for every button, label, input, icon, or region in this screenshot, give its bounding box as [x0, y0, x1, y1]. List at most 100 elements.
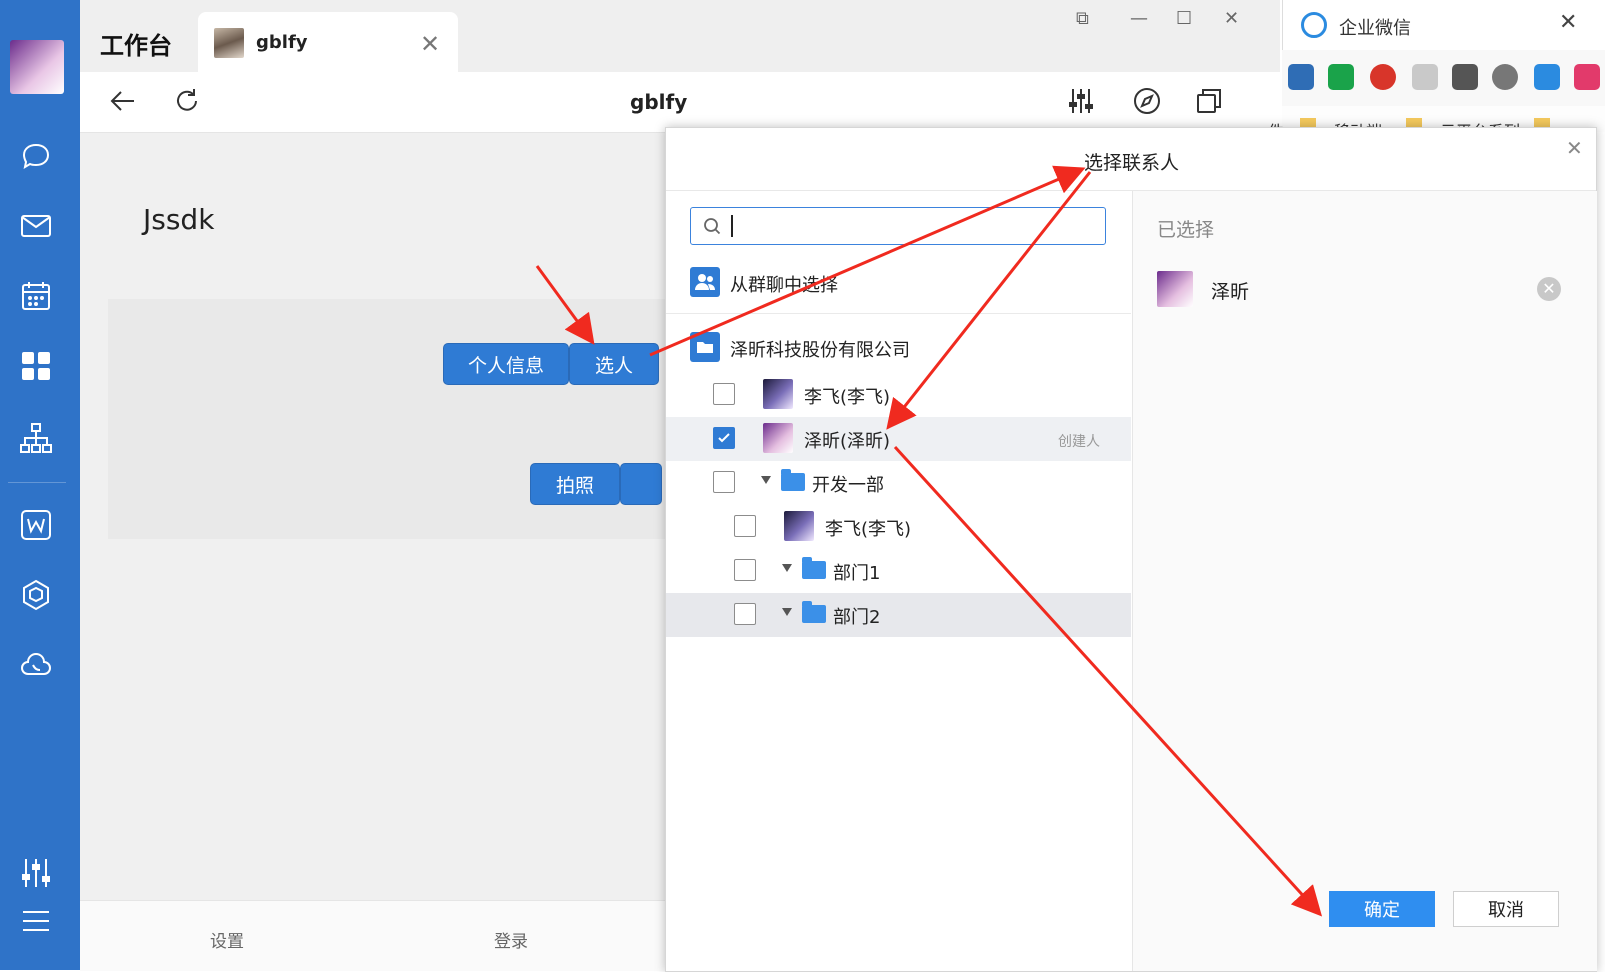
- cube-icon[interactable]: [18, 577, 54, 613]
- calendar-icon[interactable]: [18, 278, 54, 314]
- close-icon[interactable]: ✕: [1566, 136, 1583, 160]
- department-name: 部门1: [833, 563, 881, 584]
- tv-extension-icon[interactable]: [1574, 64, 1600, 90]
- checkbox[interactable]: [713, 383, 735, 405]
- workbench-icon[interactable]: [18, 348, 54, 384]
- tree-row-user[interactable]: 李飞(李飞): [666, 505, 1131, 549]
- avatar: [763, 423, 793, 453]
- minimize-icon[interactable]: —: [1130, 8, 1148, 29]
- company-row[interactable]: 泽昕科技股份有限公司: [666, 326, 1131, 370]
- tree-row-user[interactable]: 泽昕(泽昕) 创建人: [666, 417, 1131, 461]
- close-window-icon[interactable]: ✕: [1224, 8, 1239, 29]
- user-avatar[interactable]: [10, 40, 64, 94]
- expand-arrow-icon[interactable]: [782, 564, 792, 572]
- window-icon[interactable]: [1194, 86, 1224, 116]
- folder-icon: [802, 601, 826, 623]
- mail-icon[interactable]: [18, 208, 54, 244]
- t-extension-icon[interactable]: [1328, 64, 1354, 90]
- next-button[interactable]: [620, 463, 662, 505]
- selected-name: 泽昕: [1211, 281, 1250, 303]
- select-contacts-dialog: 选择联系人 ✕ 从群聊中选择 泽昕科技股份有限公司 李飞(李飞) 泽昕(泽昕) …: [665, 127, 1597, 972]
- chat-icon[interactable]: [18, 138, 54, 174]
- maximize-icon[interactable]: ☐: [1176, 8, 1192, 29]
- close-tab-icon[interactable]: ✕: [420, 30, 440, 58]
- from-group-chat-row[interactable]: 从群聊中选择: [666, 261, 1131, 305]
- department-name: 部门2: [833, 607, 881, 628]
- button-panel: 个人信息 选人 拍照: [108, 299, 668, 539]
- wecom-logo-icon: [1301, 12, 1327, 38]
- settings-link[interactable]: 设置: [210, 927, 244, 952]
- tree-row-department[interactable]: 部门1: [666, 549, 1131, 593]
- tree-row-user[interactable]: 李飞(李飞): [666, 373, 1131, 417]
- check-icon: [718, 433, 730, 443]
- search-box[interactable]: [690, 207, 1106, 245]
- wecom-titlebar: 企业微信 ✕: [1282, 0, 1605, 50]
- org-chart-icon[interactable]: [18, 420, 54, 456]
- sidebar-divider: [8, 482, 66, 483]
- chart-extension-icon[interactable]: [1534, 64, 1560, 90]
- select-people-button[interactable]: 选人: [569, 343, 659, 385]
- menu-icon[interactable]: [18, 903, 54, 939]
- company-name: 泽昕科技股份有限公司: [730, 340, 910, 361]
- contact-tree-pane: 从群聊中选择 泽昕科技股份有限公司 李飞(李飞) 泽昕(泽昕) 创建人 开发一部…: [666, 191, 1131, 971]
- back-icon[interactable]: [108, 86, 138, 116]
- cloud-icon[interactable]: [18, 647, 54, 683]
- expand-arrow-icon[interactable]: [761, 476, 771, 484]
- search-icon: [704, 218, 721, 235]
- workbench-title: 工作台: [100, 32, 172, 60]
- section-divider: [666, 313, 1131, 314]
- checkbox[interactable]: [713, 471, 735, 493]
- checkbox[interactable]: [734, 603, 756, 625]
- login-link[interactable]: 登录: [494, 927, 528, 952]
- selected-label: 已选择: [1157, 219, 1215, 241]
- du-extension-icon[interactable]: [1370, 64, 1396, 90]
- department-name: 开发一部: [812, 475, 884, 496]
- page-heading: Jssdk: [143, 203, 215, 236]
- download-icon[interactable]: [1412, 64, 1438, 90]
- extensions-bar: [1282, 50, 1605, 107]
- wecom-title: 企业微信: [1339, 18, 1411, 39]
- folder-icon: [802, 557, 826, 579]
- avatar: [763, 379, 793, 409]
- selected-pane: 已选择 泽昕 ✕ 确定 取消: [1132, 191, 1597, 971]
- tab-label: gblfy: [256, 32, 308, 53]
- restore-icon[interactable]: ⧉: [1076, 8, 1089, 29]
- folder-icon: [781, 469, 805, 491]
- avatar: [1157, 271, 1193, 307]
- remove-icon[interactable]: ✕: [1537, 277, 1561, 301]
- apps-icon[interactable]: [1288, 64, 1314, 90]
- confirm-button[interactable]: 确定: [1329, 891, 1435, 927]
- close-icon[interactable]: ✕: [1559, 10, 1577, 35]
- refresh-icon[interactable]: [172, 86, 202, 116]
- translate-icon[interactable]: [1452, 64, 1478, 90]
- tab-bar: 工作台 gblfy ✕ ⧉ — ☐ ✕: [80, 0, 1280, 72]
- tab-gblfy[interactable]: gblfy ✕: [198, 12, 458, 72]
- from-group-chat-label: 从群聊中选择: [730, 275, 838, 296]
- search-input[interactable]: [729, 212, 1093, 240]
- creator-badge: 创建人: [1058, 434, 1100, 450]
- tree-row-department[interactable]: 部门2: [666, 593, 1131, 637]
- palette-icon[interactable]: [1492, 64, 1518, 90]
- dialog-title: 选择联系人: [1084, 152, 1180, 174]
- checkbox[interactable]: [713, 427, 735, 449]
- take-photo-button[interactable]: 拍照: [530, 463, 620, 505]
- page-title: gblfy: [630, 90, 688, 114]
- doc-icon[interactable]: [18, 507, 54, 543]
- avatar: [784, 511, 814, 541]
- group-icon: [690, 267, 720, 297]
- sliders-icon[interactable]: [18, 855, 54, 891]
- checkbox[interactable]: [734, 515, 756, 537]
- tab-avatar: [214, 28, 244, 58]
- contact-name: 李飞(李飞): [804, 387, 891, 408]
- tree-row-department[interactable]: 开发一部: [666, 461, 1131, 505]
- folder-icon: [690, 332, 720, 362]
- selected-item: 泽昕 ✕: [1157, 271, 1573, 307]
- contact-name: 泽昕(泽昕): [804, 431, 891, 452]
- app-sidebar: [0, 0, 80, 970]
- personal-info-button[interactable]: 个人信息: [443, 343, 569, 385]
- expand-arrow-icon[interactable]: [782, 608, 792, 616]
- cancel-button[interactable]: 取消: [1453, 891, 1559, 927]
- sliders-icon[interactable]: [1066, 86, 1096, 116]
- checkbox[interactable]: [734, 559, 756, 581]
- compass-icon[interactable]: [1132, 86, 1162, 116]
